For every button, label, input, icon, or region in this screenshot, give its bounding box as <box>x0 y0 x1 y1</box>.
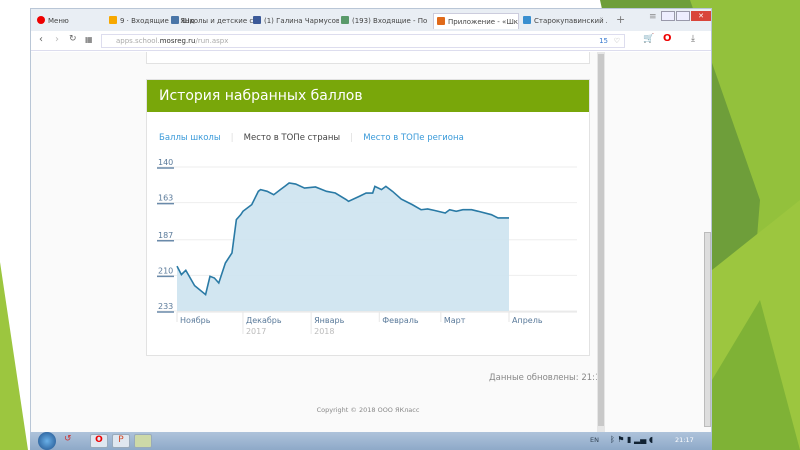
language-indicator[interactable]: EN <box>590 436 599 444</box>
x-tick-year: 2018 <box>314 327 334 336</box>
x-tick-label: Февраль <box>382 316 419 325</box>
start-button[interactable] <box>38 432 56 450</box>
taskbar-app-icon[interactable]: ↺ <box>64 434 82 448</box>
score-chart: 140 163 187 210 233 Ноябрь Декабрь 2017 Январь 20… <box>157 158 577 336</box>
y-tick-label: 140 <box>158 158 173 167</box>
x-tick-label: Ноябрь <box>180 316 211 325</box>
x-tick-label: Апрель <box>512 316 543 325</box>
y-tick-label: 210 <box>158 266 173 275</box>
clock[interactable]: 21:17 <box>675 436 694 444</box>
x-tick-label: Декабрь <box>246 316 282 325</box>
taskbar-explorer-icon[interactable] <box>134 434 152 448</box>
y-tick-label: 233 <box>158 302 173 311</box>
taskbar-opera-icon[interactable]: O <box>90 434 108 448</box>
x-tick-year: 2017 <box>246 327 266 336</box>
x-tick-label: Январь <box>314 316 344 325</box>
tray-icons[interactable]: ᛒ ⚑ ▮ ▂▄ ◖ <box>610 435 653 444</box>
y-tick-label: 187 <box>158 231 173 240</box>
x-tick-label: Март <box>444 316 466 325</box>
taskbar-powerpoint-icon[interactable]: P <box>112 434 130 448</box>
taskbar: ↺ O P EN ᛒ ⚑ ▮ ▂▄ ◖ 21:17 <box>30 432 712 450</box>
y-tick-label: 163 <box>158 194 173 203</box>
